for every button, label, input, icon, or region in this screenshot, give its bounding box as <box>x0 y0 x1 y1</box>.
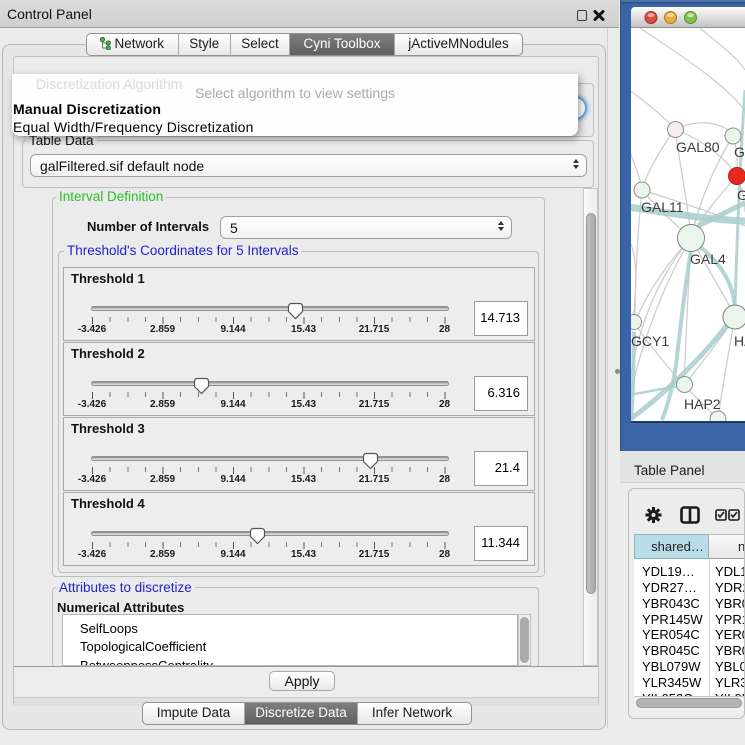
svg-text:GCY1: GCY1 <box>631 333 669 349</box>
svg-text:GAL11: GAL11 <box>641 199 684 215</box>
svg-text:GAL4: GAL4 <box>690 251 726 267</box>
svg-text:GC: GC <box>737 187 745 203</box>
svg-text:GAL: GAL <box>734 144 745 160</box>
svg-text:GAL80: GAL80 <box>676 139 720 155</box>
svg-text:HAP2: HAP2 <box>684 396 721 412</box>
svg-text:HA: HA <box>734 333 745 349</box>
